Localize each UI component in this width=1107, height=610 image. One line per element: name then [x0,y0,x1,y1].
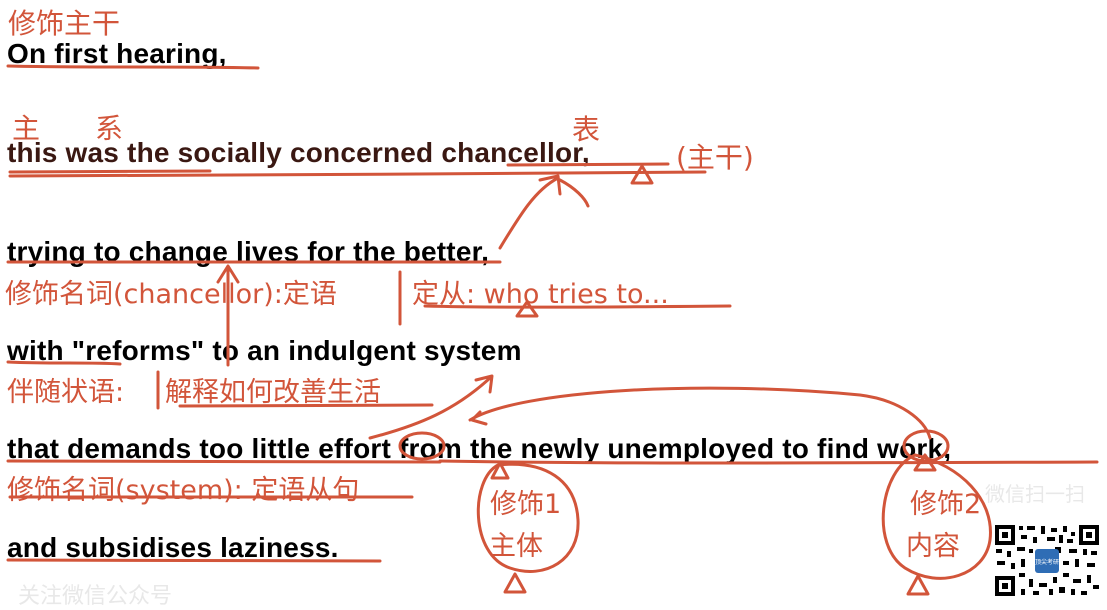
circle-modifier2 [881,453,992,580]
arrow-to-chancellor [498,174,562,250]
circle-effort [398,431,446,461]
underline-line6 [6,558,382,563]
annotation-strokes [6,64,1099,596]
caret-triangle-4 [503,572,527,594]
caret-triangle-1 [630,164,654,185]
qr-code-image: 顶尖考研 [993,523,1101,598]
underline-line4 [6,360,122,366]
underline-line1 [6,64,260,70]
underline-explain [178,403,434,408]
circle-modifier1 [476,462,580,573]
underline-line5 [6,459,442,464]
caret-triangle-6 [906,574,930,596]
underline-chancellor [506,162,670,167]
qr-badge-label: 顶尖考研 [1035,558,1059,566]
arc-effort-to-find [468,386,932,440]
caret-triangle-2 [515,300,539,318]
underline-find-work [438,459,1099,465]
underline-subject [8,169,212,174]
branch-stroke [558,178,590,208]
arrow-from-reforms [216,264,240,367]
arrow-effort-system [368,374,494,440]
underline-who [423,304,732,309]
